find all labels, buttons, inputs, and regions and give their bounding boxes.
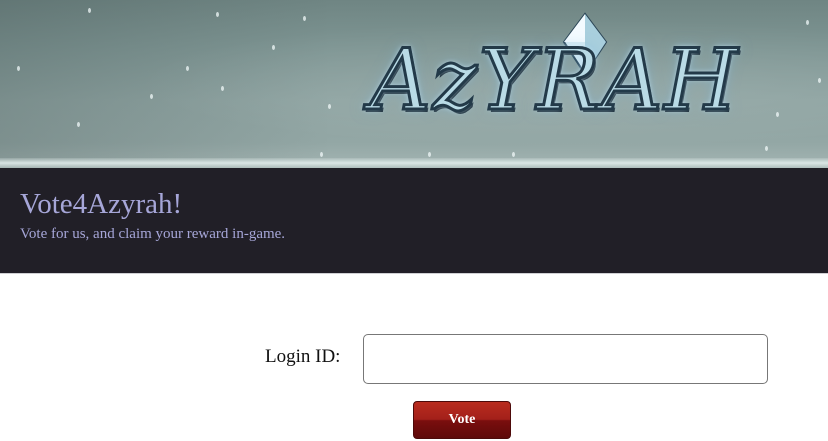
snowflake [303, 16, 306, 21]
vote-button[interactable]: Vote [413, 401, 511, 439]
login-id-input[interactable] [363, 334, 768, 384]
snowflake [216, 12, 219, 17]
snowflake [186, 66, 189, 71]
page-subtitle: Vote for us, and claim your reward in-ga… [20, 226, 286, 242]
snowflake [776, 112, 779, 117]
banner-shine [0, 158, 828, 168]
snowflake [818, 78, 821, 83]
snowflake [806, 20, 809, 25]
snowflake [150, 94, 153, 99]
snowflake [328, 104, 331, 109]
snowflake [77, 122, 80, 127]
page-title: Vote4Azyrah! [20, 188, 183, 220]
banner: AzYRAH [0, 0, 828, 168]
snowflake [17, 66, 20, 71]
page-header: Vote4Azyrah! Vote for us, and claim your… [0, 168, 828, 274]
azyrah-logo: AzYRAH [369, 12, 770, 142]
snowflake [320, 152, 323, 157]
snowflake [765, 146, 768, 151]
snowflake [88, 8, 91, 13]
snowflake [512, 152, 515, 157]
snowflake [221, 86, 224, 91]
snowflake [272, 45, 275, 50]
snowflake [428, 152, 431, 157]
login-id-label: Login ID: [265, 346, 341, 367]
logo-text: AzYRAH [369, 30, 740, 131]
